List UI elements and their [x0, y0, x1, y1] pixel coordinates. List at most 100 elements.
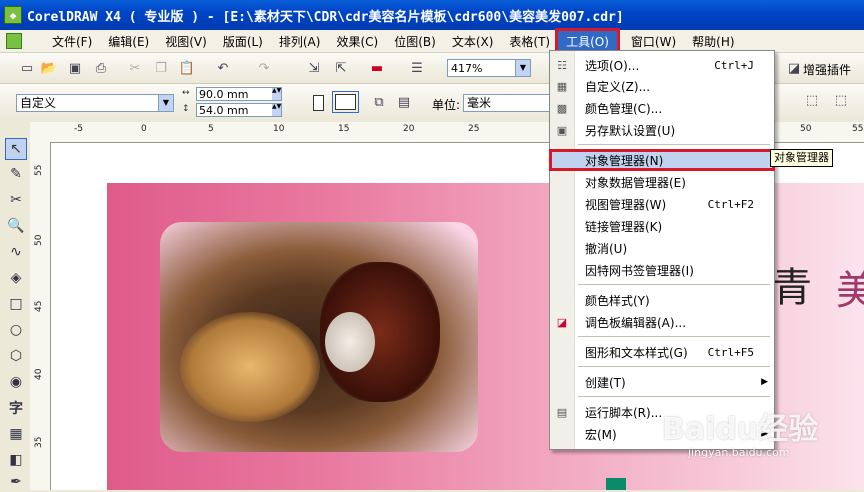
chevron-down-icon[interactable]: ▼: [158, 95, 173, 111]
menu-item-label: 创建(T): [585, 375, 626, 390]
smart-fill-tool-icon[interactable]: ◈: [6, 268, 26, 288]
options-icon: ☷: [557, 58, 567, 72]
new-document-icon[interactable]: ▭: [18, 59, 36, 77]
all-pages-icon[interactable]: ⧉: [370, 93, 388, 111]
vertical-ruler[interactable]: 55 50 45 40 35: [30, 142, 51, 490]
menu-item-link-manager[interactable]: 链接管理器(K): [550, 216, 774, 236]
page-preset-select[interactable]: 自定义 ▼: [16, 94, 174, 112]
menu-item-bookmark-manager[interactable]: 因特网书签管理器(I): [550, 260, 774, 280]
current-page-icon[interactable]: ▤: [395, 93, 413, 111]
zoom-level-select[interactable]: 417% ▼: [447, 59, 531, 77]
menu-item-object-data-manager[interactable]: 对象数据管理器(E): [550, 172, 774, 192]
shape-tool-icon[interactable]: ✎: [6, 164, 26, 184]
ruler-tick: 20: [403, 124, 415, 134]
menu-item-label: 对象数据管理器(E): [585, 175, 686, 190]
import-icon[interactable]: ⇲: [305, 59, 323, 77]
units-select[interactable]: 毫米: [463, 94, 553, 112]
width-spinner[interactable]: ▲▼: [272, 88, 281, 100]
menu-item-label: 自定义(Z)...: [585, 79, 651, 94]
cut-icon[interactable]: ✂: [126, 59, 144, 77]
copy-icon[interactable]: ❐: [152, 59, 170, 77]
menu-item-object-manager[interactable]: 对象管理器(N): [549, 149, 775, 171]
menu-item-graphic-text-styles[interactable]: 图形和文本样式(G) Ctrl+F5: [550, 342, 774, 362]
chevron-down-icon[interactable]: ▼: [515, 60, 530, 76]
menu-view[interactable]: 视图(V): [157, 31, 215, 52]
customize-icon: ▦: [556, 79, 568, 93]
menu-item-palette-editor[interactable]: ◪ 调色板编辑器(A)...: [550, 312, 774, 332]
page-height-field[interactable]: 54.0 mm ▲▼: [196, 103, 282, 117]
preset-value: 自定义: [20, 96, 57, 110]
application-launcher-icon[interactable]: ▬: [368, 59, 386, 77]
redo-icon[interactable]: ↷: [255, 59, 273, 77]
export-icon[interactable]: ⇱: [332, 59, 350, 77]
ellipse-tool-icon[interactable]: ○: [6, 320, 26, 340]
palette-editor-icon: ◪: [556, 315, 568, 329]
ruler-tick: 10: [273, 124, 285, 134]
menu-item-label: 宏(M): [585, 427, 617, 442]
menu-file[interactable]: 文件(F): [44, 31, 100, 52]
duplicate-distance-icon[interactable]: ⬚: [832, 91, 850, 109]
menu-window[interactable]: 窗口(W): [623, 31, 684, 52]
interactive-tool-icon[interactable]: ◧: [6, 450, 26, 470]
card-char-2: 美: [836, 268, 864, 314]
ruler-tick: 15: [338, 124, 350, 134]
ruler-tick: 25: [468, 124, 480, 134]
menu-item-view-manager[interactable]: 视图管理器(W) Ctrl+F2: [550, 194, 774, 214]
freehand-tool-icon[interactable]: ∿: [6, 242, 26, 262]
pick-tool-icon[interactable]: ↖: [5, 138, 27, 160]
basic-shapes-tool-icon[interactable]: ◉: [6, 372, 26, 392]
menu-item-customize[interactable]: ▦ 自定义(Z)...: [550, 76, 774, 96]
width-icon: ↔: [182, 88, 190, 98]
menu-item-color-styles[interactable]: 颜色样式(Y): [550, 290, 774, 310]
menu-item-undo[interactable]: 撤消(U): [550, 238, 774, 258]
text-tool-icon[interactable]: 字: [6, 398, 26, 418]
open-folder-icon[interactable]: 📂: [40, 59, 58, 77]
toolbox: ↖ ✎ ✂ 🔍 ∿ ◈ □ ○ ⬡ ◉ 字 ▦ ◧ ✒: [0, 122, 31, 490]
menu-item-color-management[interactable]: ▩ 颜色管理(C)...: [550, 98, 774, 118]
plugin-icon[interactable]: ◪: [785, 59, 803, 77]
menu-item-create[interactable]: 创建(T) ▶: [550, 372, 774, 392]
menu-item-options[interactable]: ☷ 选项(O)... Ctrl+J: [550, 55, 774, 75]
menu-tools[interactable]: 工具(O): [555, 27, 620, 55]
menu-bitmaps[interactable]: 位图(B): [386, 31, 444, 52]
ruler-tick: 0: [141, 124, 147, 134]
zoom-tool-icon[interactable]: 🔍: [6, 216, 26, 236]
menu-help[interactable]: 帮助(H): [684, 31, 742, 52]
ruler-tick: 40: [34, 368, 44, 380]
rectangle-tool-icon[interactable]: □: [6, 294, 26, 314]
menu-effects[interactable]: 效果(C): [328, 31, 386, 52]
menu-item-label: 视图管理器(W): [585, 197, 667, 212]
menu-edit[interactable]: 编辑(E): [100, 31, 157, 52]
enhance-plugin-label[interactable]: 增强插件: [803, 61, 851, 78]
table-tool-icon[interactable]: ▦: [6, 424, 26, 444]
coreldraw-app-icon: ◆: [4, 6, 22, 24]
menu-arrange[interactable]: 排列(A): [271, 31, 329, 52]
menu-layout[interactable]: 版面(L): [215, 31, 271, 52]
save-icon[interactable]: ▣: [66, 59, 84, 77]
menu-text[interactable]: 文本(X): [444, 31, 502, 52]
menu-item-label: 另存默认设置(U): [585, 123, 676, 138]
height-spinner[interactable]: ▲▼: [272, 104, 281, 116]
save-default-icon: ▣: [556, 123, 568, 137]
ruler-tick: 45: [34, 300, 44, 312]
menu-table[interactable]: 表格(T): [501, 31, 558, 52]
menu-item-label: 撤消(U): [585, 241, 628, 256]
polygon-tool-icon[interactable]: ⬡: [6, 346, 26, 366]
portrait-button[interactable]: [313, 95, 324, 111]
menu-item-save-defaults[interactable]: ▣ 另存默认设置(U): [550, 120, 774, 140]
nudge-icon[interactable]: ⬚: [803, 91, 821, 109]
page-width-value: 90.0 mm: [199, 88, 249, 101]
print-icon[interactable]: ⎙: [92, 59, 110, 77]
eyedropper-tool-icon[interactable]: ✒: [6, 472, 26, 492]
landscape-button[interactable]: [332, 91, 359, 113]
menu-item-shortcut: Ctrl+J: [714, 58, 754, 72]
ruler-tick: 50: [800, 124, 812, 134]
crop-tool-icon[interactable]: ✂: [6, 190, 26, 210]
menu-item-label: 调色板编辑器(A)...: [585, 315, 687, 330]
welcome-screen-icon[interactable]: ☰: [408, 59, 426, 77]
ruler-tick: -5: [74, 124, 83, 134]
paste-icon[interactable]: 📋: [178, 59, 196, 77]
page-width-field[interactable]: 90.0 mm ▲▼: [196, 87, 282, 101]
document-icon[interactable]: [6, 33, 22, 49]
undo-icon[interactable]: ↶: [214, 59, 232, 77]
